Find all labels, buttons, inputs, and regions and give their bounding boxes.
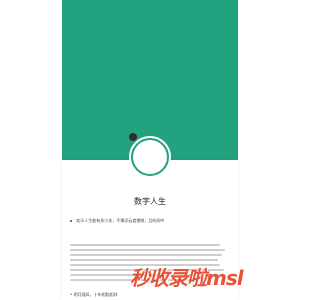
paragraph-line	[70, 243, 230, 247]
watermark-text: 秒收录啦msl	[130, 266, 244, 290]
page-title: 数字人生	[134, 197, 166, 206]
tagline: 欢乐人生能有多少关，不惧浮云遮望眼，且听风吟	[70, 218, 220, 224]
paragraph-line	[70, 253, 230, 257]
page: 数字人生 欢乐人生能有多少关，不惧浮云遮望眼，且听风吟 • 明月随风，十年相陪相…	[0, 0, 300, 300]
paragraph-line	[70, 248, 230, 252]
tagline-text: 欢乐人生能有多少关，不惧浮云遮望眼，且听风吟	[76, 218, 165, 223]
status-dot-icon	[129, 133, 137, 141]
avatar[interactable]	[129, 136, 171, 178]
bullet-icon	[70, 220, 72, 222]
avatar-image	[133, 140, 167, 174]
watermark-logo: 秒收录啦msl	[130, 262, 298, 296]
